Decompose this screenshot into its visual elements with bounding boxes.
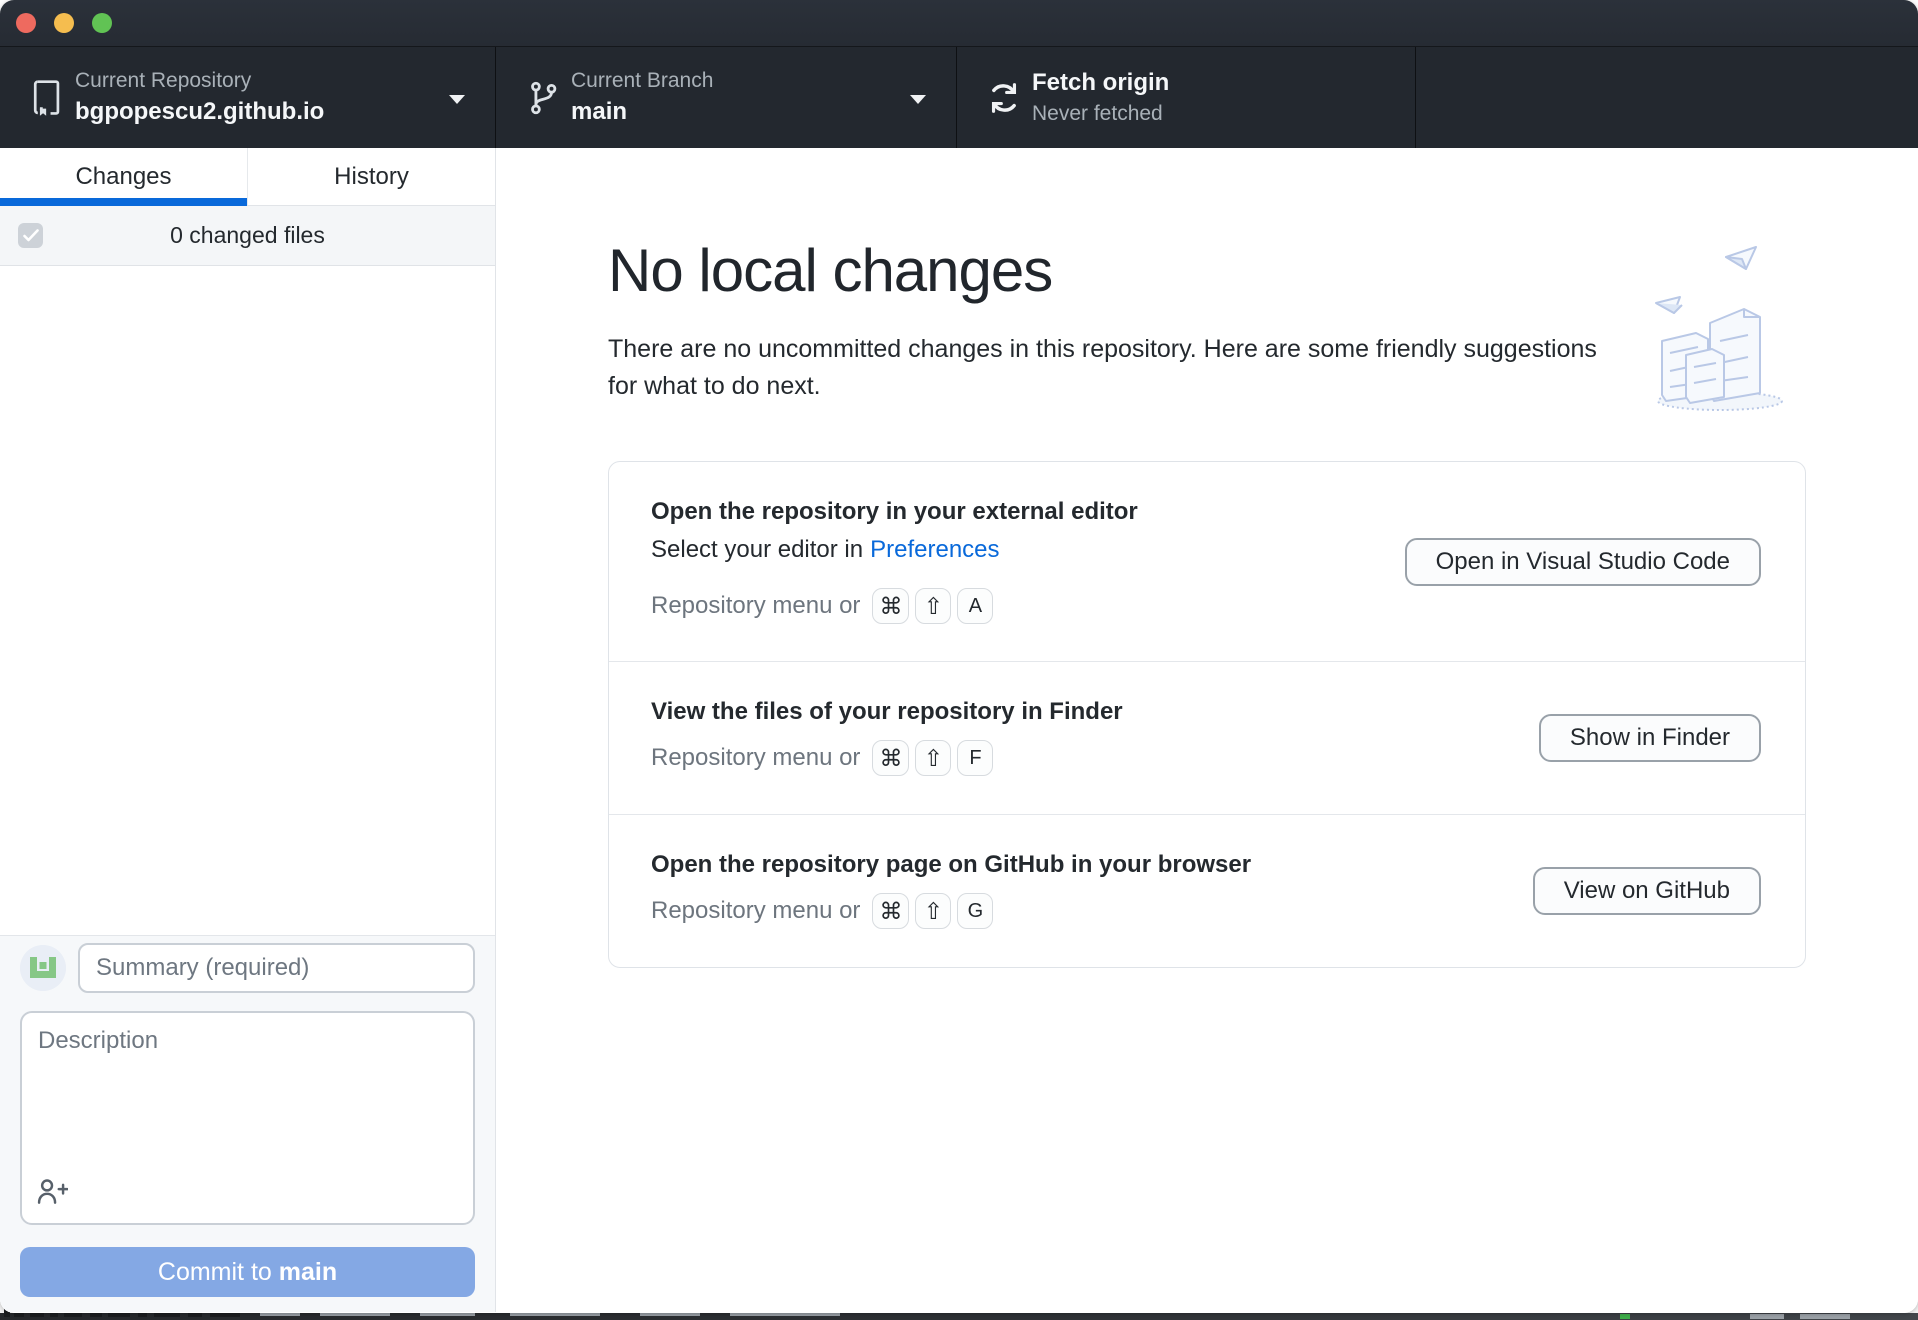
branch-label: Current Branch — [571, 68, 714, 92]
page-subtitle: There are no uncommitted changes in this… — [608, 335, 1597, 400]
chevron-down-icon — [449, 94, 465, 104]
no-local-changes-panel: No local changes There are no uncommitte… — [496, 148, 1918, 1312]
commit-branch-name: main — [278, 1257, 338, 1286]
zoom-window-button[interactable] — [92, 13, 112, 33]
suggestion-row-finder: View the files of your repository in Fin… — [609, 661, 1805, 814]
show-in-finder-button[interactable]: Show in Finder — [1538, 714, 1761, 762]
letter-key: A — [957, 588, 994, 624]
fetch-text: Fetch origin Never fetched — [1032, 68, 1169, 127]
tab-history[interactable]: History — [247, 148, 495, 205]
letter-key: F — [957, 740, 994, 776]
repo-label: Current Repository — [75, 68, 252, 92]
summary-input[interactable] — [78, 943, 475, 993]
avatar — [20, 945, 66, 991]
description-input[interactable] — [22, 1013, 473, 1173]
git-branch-icon — [523, 78, 563, 118]
commit-form: Commit to main — [0, 935, 495, 1312]
shortcut-hint: Repository menu or ⌘ ⇧ A — [651, 588, 1761, 624]
commit-button[interactable]: Commit to main — [20, 1247, 475, 1297]
fetch-title: Fetch origin — [1032, 68, 1170, 96]
minimize-window-button[interactable] — [54, 13, 74, 33]
sync-icon — [984, 79, 1024, 117]
suggestion-row-external-editor: Open the repository in your external edi… — [609, 462, 1805, 661]
screenshot-root: Current Repository bgpopescu2.github.io — [0, 0, 1918, 1320]
suggestions-card: Open the repository in your external edi… — [608, 461, 1806, 968]
close-window-button[interactable] — [16, 13, 36, 33]
changed-files-header: 0 changed files — [0, 206, 495, 266]
tab-changes[interactable]: Changes — [0, 148, 247, 206]
fetch-subtitle: Never fetched — [1032, 101, 1163, 125]
fetch-origin-button[interactable]: Fetch origin Never fetched — [957, 47, 1416, 148]
repo-text: Current Repository bgpopescu2.github.io — [75, 68, 324, 127]
chevron-down-icon — [910, 94, 926, 104]
shift-key-icon: ⇧ — [915, 740, 952, 776]
command-key-icon: ⌘ — [872, 740, 910, 776]
repo-name: bgpopescu2.github.io — [75, 98, 325, 126]
preferences-link[interactable]: Preferences — [870, 536, 999, 563]
branch-text: Current Branch main — [571, 68, 713, 127]
repo-icon — [27, 78, 67, 118]
letter-key: G — [957, 893, 994, 929]
branch-name: main — [571, 98, 628, 126]
suggestion-row-github: Open the repository page on GitHub in yo… — [609, 814, 1805, 967]
toolbar: Current Repository bgpopescu2.github.io — [0, 46, 1918, 148]
sidebar: Changes History 0 changed files Summary … — [0, 148, 496, 1312]
app-body: Changes History 0 changed files Summary … — [0, 148, 1918, 1312]
changed-files-list — [0, 266, 495, 935]
shift-key-icon: ⇧ — [915, 893, 952, 929]
add-coauthor-icon[interactable] — [36, 1176, 69, 1211]
sidebar-tabs: Changes History — [0, 148, 495, 206]
description-box — [20, 1011, 475, 1225]
commit-summary-row — [20, 943, 475, 993]
current-repository-dropdown[interactable]: Current Repository bgpopescu2.github.io — [0, 47, 496, 148]
shift-key-icon: ⇧ — [915, 588, 952, 624]
open-in-vscode-button[interactable]: Open in Visual Studio Code — [1404, 537, 1761, 586]
github-desktop-window: Current Repository bgpopescu2.github.io — [0, 0, 1918, 1313]
suggestion-title: Open the repository in your external edi… — [651, 498, 1138, 525]
current-branch-dropdown[interactable]: Current Branch main — [496, 47, 957, 148]
command-key-icon: ⌘ — [872, 893, 910, 929]
changed-files-count: 0 changed files — [170, 222, 325, 248]
paper-stack-illustration — [1648, 245, 1798, 415]
titlebar — [0, 0, 1918, 46]
command-key-icon: ⌘ — [872, 588, 910, 624]
select-all-checkbox[interactable] — [18, 223, 43, 248]
view-on-github-button[interactable]: View on GitHub — [1532, 867, 1761, 915]
